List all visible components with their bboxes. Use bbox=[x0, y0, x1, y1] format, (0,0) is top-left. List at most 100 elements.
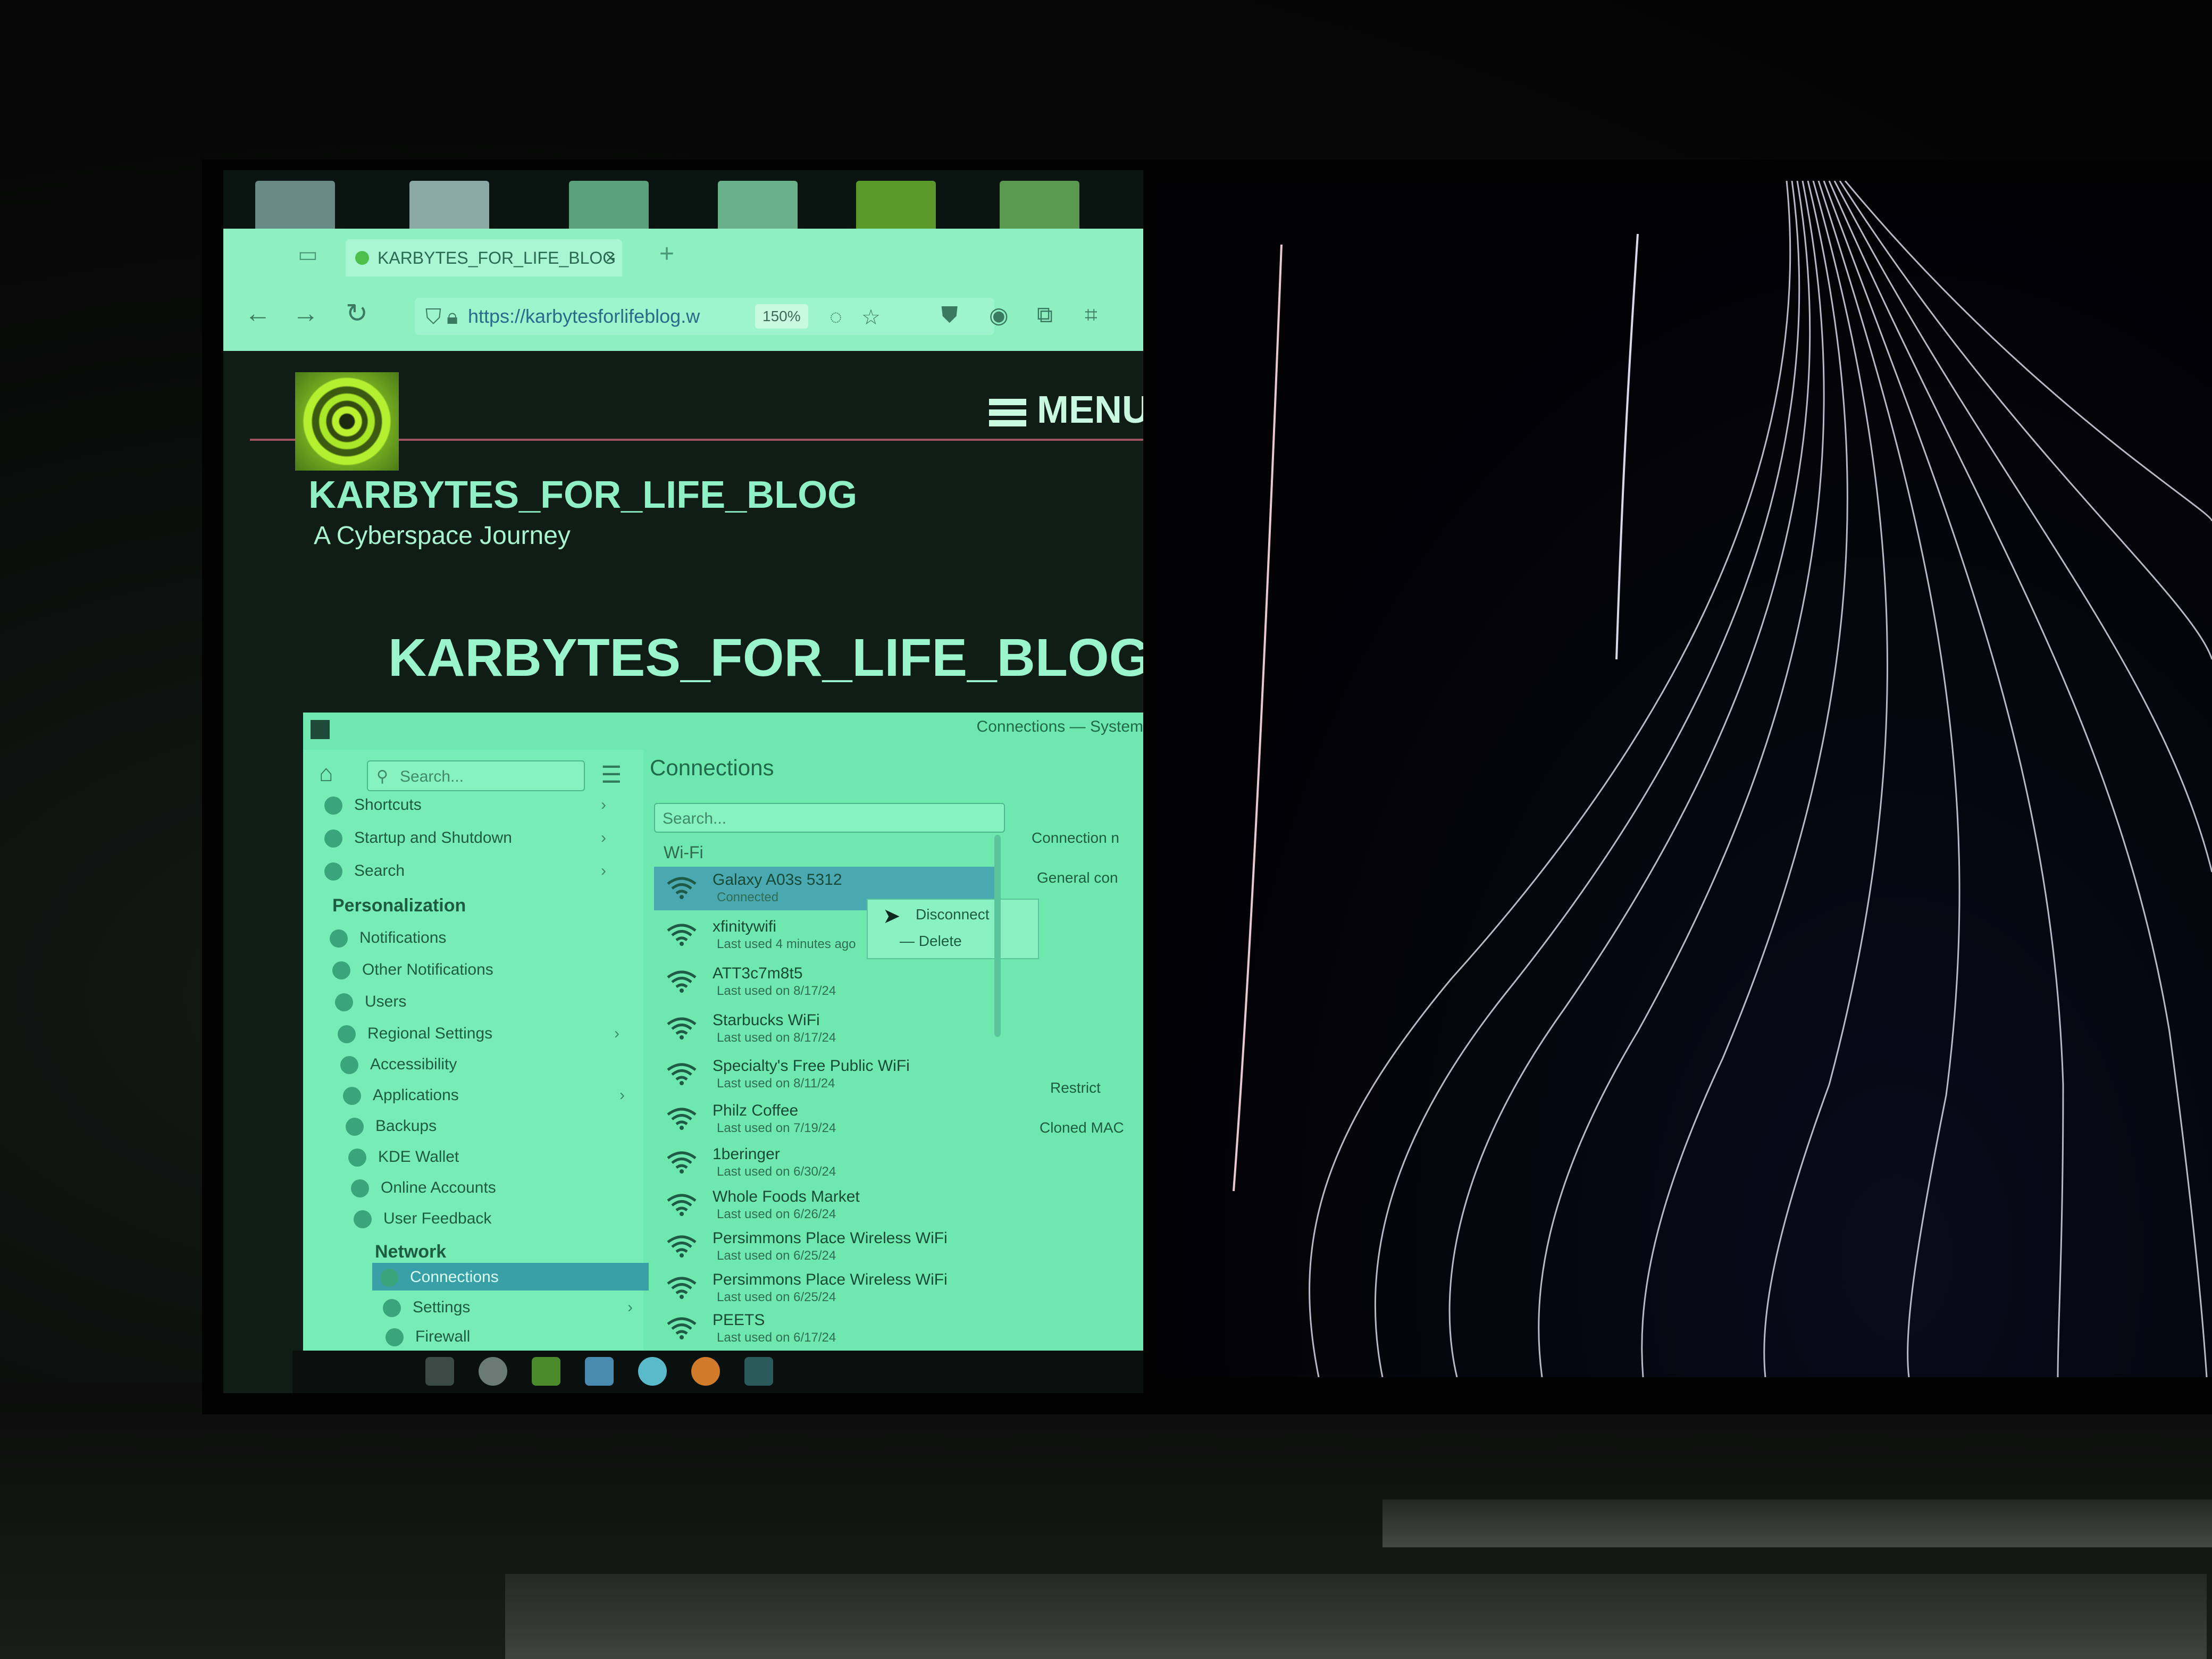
desktop-file-icon[interactable] bbox=[409, 181, 489, 234]
network-search-input[interactable]: Search... bbox=[654, 803, 1005, 833]
general-config-tab[interactable]: General con bbox=[1037, 869, 1118, 886]
tab-title: KARBYTES_FOR_LIFE_BLOG bbox=[378, 248, 616, 267]
sidebar-item-startup[interactable]: Startup and Shutdown › bbox=[324, 825, 606, 851]
sidebar-item-search[interactable]: Search › bbox=[324, 858, 606, 884]
reload-icon[interactable]: ↻ bbox=[346, 298, 368, 329]
url-bar[interactable]: ⛉ 🔒︎ https://karbytesforlifeblog.w 150% … bbox=[415, 298, 994, 335]
desktop-image-icon[interactable] bbox=[856, 181, 936, 234]
close-tab-icon[interactable]: × bbox=[605, 239, 616, 276]
home-icon[interactable]: ⌂ bbox=[319, 760, 333, 787]
tab-list-icon[interactable]: ▭ bbox=[298, 242, 318, 267]
new-tab-button[interactable]: + bbox=[659, 239, 674, 269]
network-item[interactable]: Persimmons Place Wireless WiFi Last used… bbox=[654, 1225, 1000, 1269]
network-item[interactable]: ATT3c7m8t5 Last used on 8/17/24 bbox=[654, 960, 1000, 1004]
list-scrollbar[interactable] bbox=[994, 835, 1001, 1037]
feedback-icon bbox=[354, 1210, 372, 1229]
network-status: Last used on 6/26/24 bbox=[717, 1207, 836, 1221]
crop-icon[interactable]: ⌗ bbox=[1085, 302, 1097, 328]
sidebar-item-user-feedback[interactable]: User Feedback bbox=[354, 1206, 491, 1231]
desktop-file-icon[interactable] bbox=[255, 181, 335, 234]
settings-sidebar: ⌂ ⚲ Search... ☰ Shortcuts › Startup and S… bbox=[303, 750, 649, 1393]
desktop-image-icon[interactable] bbox=[1000, 181, 1079, 234]
network-item[interactable]: Specialty's Free Public WiFi Last used o… bbox=[654, 1053, 1000, 1096]
wifi-icon bbox=[666, 1016, 698, 1040]
account-icon[interactable]: ◉ bbox=[989, 302, 1009, 328]
sidebar-search-placeholder: Search... bbox=[400, 768, 464, 785]
lock-icon[interactable]: 🔒︎ bbox=[447, 305, 458, 329]
tab-bar: ▭ KARBYTES_FOR_LIFE_BLOG × + bbox=[223, 229, 1143, 282]
post-title[interactable]: KARBYTES_FOR_LIFE_BLOG bbox=[388, 627, 1143, 689]
site-logo[interactable] bbox=[295, 372, 399, 471]
extensions-icon[interactable]: ⧉ bbox=[1037, 302, 1053, 328]
network-name: Philz Coffee bbox=[713, 1102, 799, 1119]
editor-icon[interactable] bbox=[532, 1357, 560, 1386]
pocket-icon[interactable]: ⛊ bbox=[941, 302, 958, 328]
sidebar-menu-icon[interactable]: ☰ bbox=[601, 761, 622, 789]
sidebar-item-accessibility[interactable]: Accessibility bbox=[340, 1052, 457, 1077]
sidebar-item-connections[interactable]: Connections bbox=[380, 1264, 499, 1290]
cloned-mac-label: Cloned MAC bbox=[1040, 1119, 1124, 1136]
site-tagline: A Cyberspace Journey bbox=[314, 522, 571, 550]
network-item[interactable]: PEETS Last used on 6/17/24 bbox=[654, 1307, 1000, 1351]
sidebar-item-other-notifications[interactable]: Other Notifications bbox=[332, 957, 493, 983]
startup-icon bbox=[324, 830, 342, 848]
sidebar-search-input[interactable]: ⚲ Search... bbox=[367, 760, 585, 791]
sidebar-item-applications[interactable]: Applications › bbox=[343, 1083, 625, 1108]
network-item[interactable]: Whole Foods Market Last used on 6/26/24 bbox=[654, 1184, 1000, 1227]
network-status: Last used on 8/17/24 bbox=[717, 1030, 836, 1045]
desktop-icons bbox=[223, 170, 1143, 234]
sidebar-item-backups[interactable]: Backups bbox=[346, 1113, 437, 1139]
sidebar-item-shortcuts[interactable]: Shortcuts › bbox=[324, 792, 606, 818]
desktop-document-icon[interactable] bbox=[569, 181, 649, 234]
user-icon bbox=[335, 993, 353, 1012]
sidebar-item-notifications[interactable]: Notifications bbox=[330, 925, 446, 951]
settings-gear-icon[interactable] bbox=[479, 1357, 507, 1386]
network-name: Starbucks WiFi bbox=[713, 1011, 820, 1029]
delete-menu-item[interactable]: — Delete bbox=[900, 933, 962, 950]
browser-tab[interactable]: KARBYTES_FOR_LIFE_BLOG × bbox=[346, 239, 622, 276]
menu-button[interactable]: MENU bbox=[989, 388, 1143, 432]
sidebar-item-kde-wallet[interactable]: KDE Wallet bbox=[348, 1144, 459, 1170]
sidebar-item-regional[interactable]: Regional Settings › bbox=[338, 1021, 619, 1046]
network-item[interactable]: Philz Coffee Last used on 7/19/24 bbox=[654, 1097, 1000, 1141]
desktop-document-icon[interactable] bbox=[718, 181, 798, 234]
shield-icon[interactable]: ⛉ bbox=[425, 305, 441, 329]
network-status: Connected bbox=[717, 890, 779, 904]
bookmark-star-icon[interactable]: ☆ bbox=[861, 305, 881, 330]
sidebar-item-users[interactable]: Users bbox=[335, 989, 406, 1015]
network-item[interactable]: Starbucks WiFi Last used on 8/17/24 bbox=[654, 1007, 1000, 1051]
broken-screen-region bbox=[1159, 181, 2212, 1377]
network-name: Whole Foods Market bbox=[713, 1188, 860, 1205]
folder-icon[interactable] bbox=[585, 1357, 614, 1386]
site-title[interactable]: KARBYTES_FOR_LIFE_BLOG bbox=[308, 473, 857, 517]
network-item[interactable]: 1beringer Last used on 6/30/24 bbox=[654, 1141, 1000, 1185]
network-item[interactable]: Persimmons Place Wireless WiFi Last used… bbox=[654, 1267, 1000, 1310]
chromium-icon[interactable] bbox=[638, 1357, 667, 1386]
disconnect-menu-item[interactable]: Disconnect bbox=[916, 906, 990, 923]
wifi-icon bbox=[666, 1275, 698, 1300]
nav-bar: ← → ↻ ⛉ 🔒︎ https://karbytesforlifeblog.w… bbox=[223, 282, 1143, 351]
sidebar-item-online-accounts[interactable]: Online Accounts bbox=[351, 1175, 496, 1201]
network-icon bbox=[380, 1269, 398, 1287]
network-status: Last used 4 minutes ago bbox=[717, 937, 856, 951]
wifi-icon bbox=[666, 875, 698, 900]
url-text[interactable]: https://karbytesforlifeblog.w bbox=[468, 298, 744, 335]
wifi-section-heading: Wi-Fi bbox=[664, 843, 703, 862]
sidebar-item-network-settings[interactable]: Settings › bbox=[383, 1295, 633, 1320]
network-name: 1beringer bbox=[713, 1145, 780, 1163]
wifi-icon bbox=[666, 1316, 698, 1340]
zoom-level[interactable]: 150% bbox=[755, 304, 808, 329]
gear-icon bbox=[383, 1299, 401, 1318]
working-screen: ▭ KARBYTES_FOR_LIFE_BLOG × + ← → ↻ ⛉ 🔒︎ … bbox=[223, 170, 1143, 1393]
system-settings-icon[interactable] bbox=[744, 1357, 773, 1386]
loading-icon: ◌ bbox=[830, 305, 842, 329]
firefox-icon[interactable] bbox=[691, 1357, 720, 1386]
sidebar-item-firewall[interactable]: Firewall bbox=[386, 1324, 470, 1350]
mouse-cursor-icon: ➤ bbox=[883, 904, 901, 928]
back-icon[interactable]: ← bbox=[245, 298, 271, 329]
network-status: Last used on 6/17/24 bbox=[717, 1330, 836, 1345]
forward-icon[interactable]: → bbox=[292, 298, 319, 329]
connection-name-label: Connection n bbox=[1032, 830, 1120, 846]
wifi-icon bbox=[666, 1150, 698, 1174]
app-launcher-icon[interactable] bbox=[425, 1357, 454, 1386]
